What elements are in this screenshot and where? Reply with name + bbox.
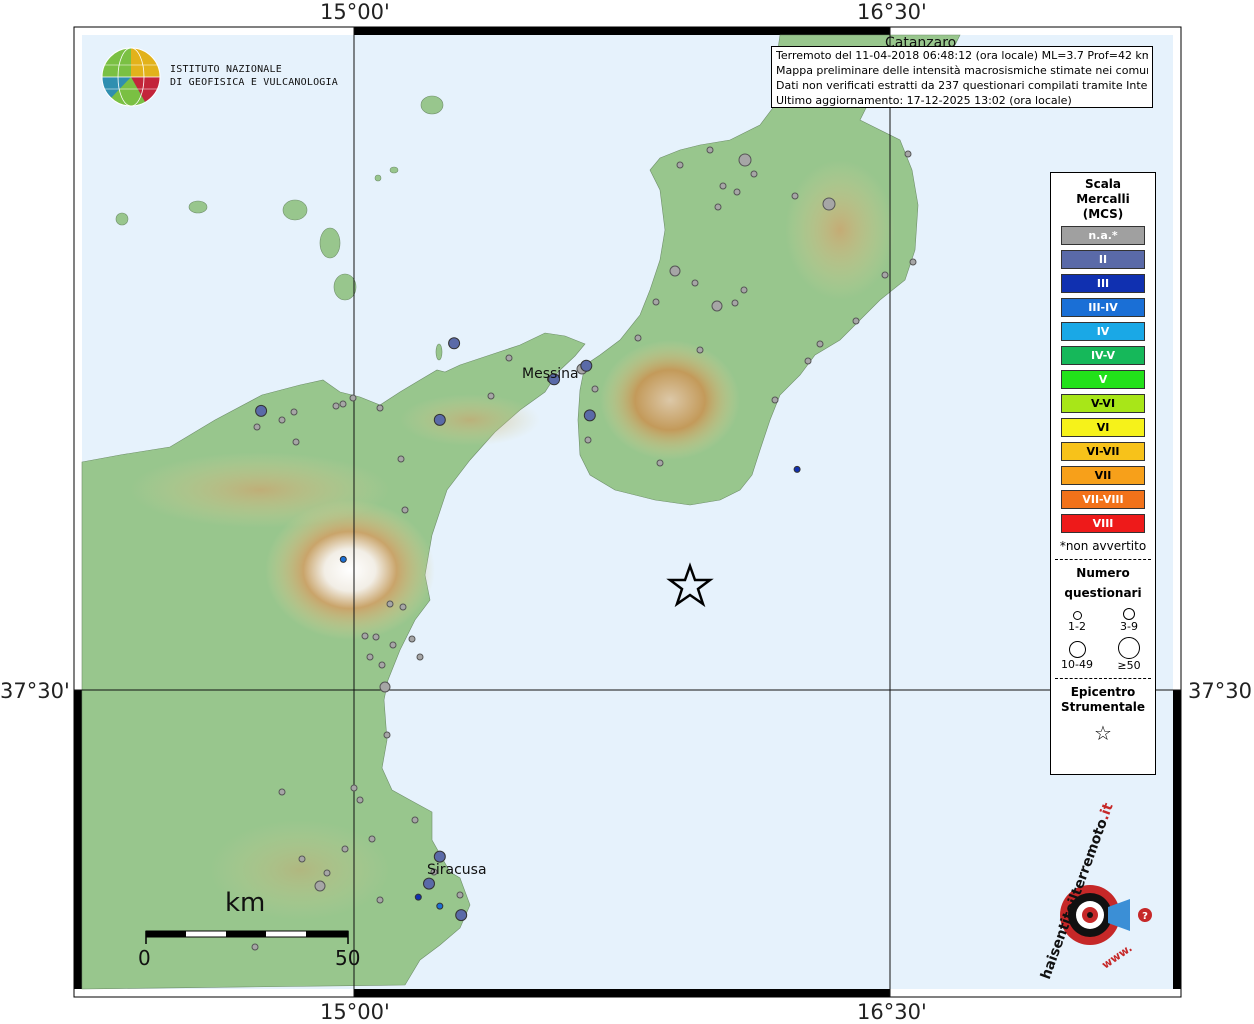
legend: Scala Mercalli (MCS) n.a.* II III III-IV IV I… bbox=[1050, 172, 1156, 775]
info-line-1: Terremoto del 11-04-2018 06:48:12 (ora l… bbox=[776, 49, 1148, 62]
intensity-chip-1: II bbox=[1061, 250, 1145, 269]
intensity-point bbox=[423, 877, 435, 890]
intensity-chip-7: V-VI bbox=[1061, 394, 1145, 413]
size-label-4: ≥50 bbox=[1117, 659, 1141, 672]
frame-band-bottom bbox=[354, 989, 890, 997]
intensity-chip-5: IV-V bbox=[1061, 346, 1145, 365]
legend-title-3: (MCS) bbox=[1082, 207, 1124, 221]
intensity-classes: n.a.* II III III-IV IV IV-V V V-VI VI VI-VII VII VI… bbox=[1051, 226, 1155, 533]
intensity-point bbox=[433, 413, 446, 426]
count-title-2: questionari bbox=[1064, 586, 1142, 600]
info-line-2: Mappa preliminare delle intensità macros… bbox=[776, 64, 1148, 77]
institute-line-2: DI GEOFISICA E VULCANOLOGIA bbox=[170, 77, 338, 88]
size-1-2: 1-2 bbox=[1051, 605, 1103, 633]
intensity-chip-12: VIII bbox=[1061, 514, 1145, 533]
intensity-chip-9: VI-VII bbox=[1061, 442, 1145, 461]
intensity-chip-0: n.a.* bbox=[1061, 226, 1145, 245]
nebrodi-relief bbox=[130, 452, 390, 528]
legend-note: *non avvertito bbox=[1059, 539, 1147, 553]
frame-band-right bbox=[1173, 690, 1181, 989]
institute-line-1: ISTITUTO NAZIONALE bbox=[170, 64, 282, 75]
hst-brand-text: haisentitoilterremoto.it bbox=[1036, 801, 1117, 981]
intensity-point bbox=[580, 359, 593, 372]
size-label-2: 3-9 bbox=[1120, 620, 1138, 633]
size-circle-xlarge bbox=[1118, 637, 1140, 659]
info-line-4: Ultimo aggiornamento: 17-12-2025 13:02 (… bbox=[776, 94, 1072, 107]
frame-band-top bbox=[354, 27, 890, 35]
intensity-point bbox=[583, 409, 596, 422]
lat-label-right: 37°30' bbox=[1188, 679, 1254, 703]
lon-label-top-left: 15°00' bbox=[320, 0, 390, 24]
size-label-1: 1-2 bbox=[1068, 620, 1086, 633]
size-circle-medium bbox=[1123, 608, 1135, 620]
lon-label-bottom-left: 15°00' bbox=[320, 1000, 390, 1024]
size-3-9: 3-9 bbox=[1103, 605, 1155, 633]
frame-band-left bbox=[74, 690, 82, 989]
intensity-point bbox=[793, 465, 801, 473]
serre-relief bbox=[785, 160, 895, 300]
intensity-point bbox=[436, 902, 444, 910]
legend-separator bbox=[1055, 559, 1151, 560]
size-50: ≥50 bbox=[1103, 637, 1155, 672]
peloritani-relief bbox=[400, 394, 540, 446]
event-info-box: Terremoto del 11-04-2018 06:48:12 (ora l… bbox=[771, 46, 1153, 108]
intensity-point bbox=[255, 404, 268, 417]
institute-name: ISTITUTO NAZIONALE DI GEOFISICA E VULCAN… bbox=[170, 63, 338, 89]
intensity-point bbox=[448, 337, 461, 350]
intensity-chip-4: IV bbox=[1061, 322, 1145, 341]
count-sizes: 1-2 3-9 10-49 ≥50 bbox=[1051, 605, 1155, 672]
intensity-chip-11: VII-VIII bbox=[1061, 490, 1145, 509]
legend-title-2: Mercalli bbox=[1076, 192, 1130, 206]
intensity-chip-2: III bbox=[1061, 274, 1145, 293]
aspromonte-relief bbox=[600, 340, 740, 460]
size-circle-small bbox=[1072, 611, 1082, 620]
scale-end: 50 bbox=[335, 946, 361, 970]
intensity-chip-6: V bbox=[1061, 370, 1145, 389]
place-messina: Messina bbox=[522, 366, 579, 382]
lon-label-top-right: 16°30' bbox=[857, 0, 927, 24]
ingv-globe-icon bbox=[101, 47, 161, 107]
epicenter-title-1: Epicentro bbox=[1070, 685, 1136, 699]
legend-separator-2 bbox=[1055, 678, 1151, 679]
legend-title-1: Scala bbox=[1084, 177, 1122, 191]
intensity-chip-3: III-IV bbox=[1061, 298, 1145, 317]
intensity-point bbox=[455, 909, 468, 922]
size-label-3: 10-49 bbox=[1061, 658, 1093, 671]
legend-star-icon: ☆ bbox=[1094, 721, 1112, 745]
count-title-1: Numero bbox=[1076, 566, 1130, 580]
intensity-point bbox=[339, 555, 347, 563]
intensity-point bbox=[433, 850, 446, 863]
lat-label-left: 37°30' bbox=[0, 679, 70, 703]
size-10-49: 10-49 bbox=[1051, 637, 1103, 672]
scale-unit: km bbox=[225, 888, 266, 918]
svg-text:?: ? bbox=[1142, 911, 1148, 922]
intensity-chip-10: VII bbox=[1061, 466, 1145, 485]
epicenter-title-2: Strumentale bbox=[1060, 700, 1146, 714]
size-circle-large bbox=[1068, 641, 1086, 658]
intensity-point bbox=[414, 893, 422, 901]
info-line-3: Dati non verificati estratti da 237 ques… bbox=[776, 79, 1148, 92]
scale-start: 0 bbox=[138, 946, 151, 970]
place-siracusa: Siracusa bbox=[427, 862, 487, 878]
intensity-chip-8: VI bbox=[1061, 418, 1145, 437]
lon-label-bottom-right: 16°30' bbox=[857, 1000, 927, 1024]
